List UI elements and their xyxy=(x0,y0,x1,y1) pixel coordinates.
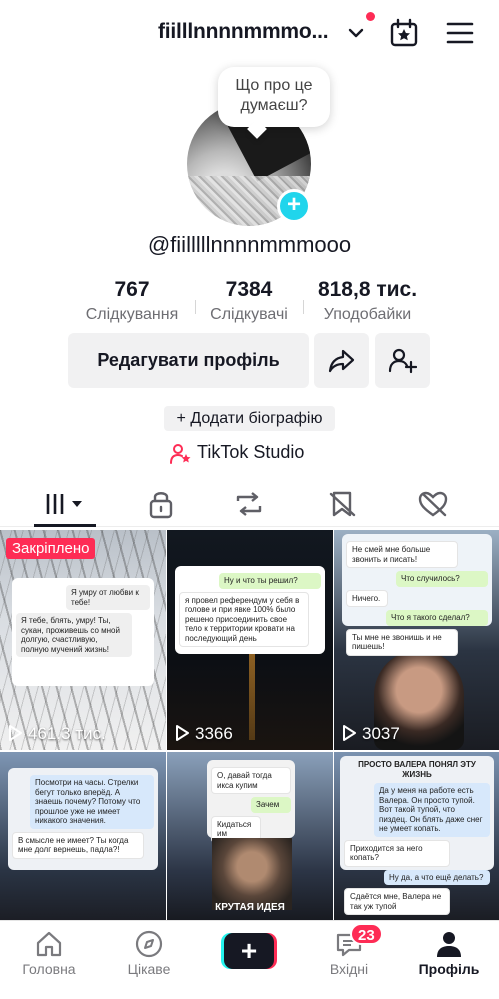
studio-label: TikTok Studio xyxy=(197,442,305,462)
play-outline-icon xyxy=(343,725,356,741)
chat-screenshot: О, давай тогда икса купим Зачем Кидаться… xyxy=(207,760,295,843)
tab-videos[interactable] xyxy=(44,489,90,519)
profile-icon xyxy=(437,932,461,957)
calendar-star-icon[interactable] xyxy=(389,18,419,48)
share-profile-button[interactable] xyxy=(314,333,369,388)
nav-home[interactable]: Головна xyxy=(4,929,94,977)
inbox-badge: 23 xyxy=(350,923,383,945)
view-count-value: 3037 xyxy=(362,724,400,743)
add-bio-button[interactable]: + Додати біографію xyxy=(164,406,335,431)
create-plus-icon: + xyxy=(224,933,274,969)
stat-followers-label: Слідкувачі xyxy=(210,306,288,323)
chat-message: Ничего. xyxy=(346,589,388,607)
stat-likes-label: Уподобайки xyxy=(323,306,412,323)
stat-following-label: Слідкування xyxy=(85,306,179,323)
chat-message: В смысле не имеет? Ты когда мне долг вер… xyxy=(12,831,144,859)
stat-following[interactable]: 767 Слідкування xyxy=(82,278,182,324)
stat-divider xyxy=(195,300,196,314)
status-bubble-line2: думаєш? xyxy=(240,97,308,114)
meme-caption: КРУТАЯ ИДЕЯ xyxy=(215,902,285,913)
nav-profile[interactable]: Профіль xyxy=(404,929,494,977)
night-light-streak xyxy=(249,650,255,740)
chat-screenshot: Я умру от любви к тебе! Я тебе, блять, у… xyxy=(12,578,154,686)
video-thumbnail[interactable]: Не смей мне больше звонить и писать! Что… xyxy=(334,530,499,750)
chat-message: Что я такого сделал? xyxy=(386,610,488,626)
nav-profile-label: Профіль xyxy=(418,961,480,977)
share-arrow-icon xyxy=(328,349,355,373)
repost-icon xyxy=(236,492,262,516)
compass-icon xyxy=(135,930,163,958)
lock-icon xyxy=(149,492,173,519)
stat-divider xyxy=(303,300,304,314)
chevron-down-icon[interactable] xyxy=(347,24,365,42)
view-count: 3037 xyxy=(342,724,400,744)
chat-message: Ты мне не звонишь и не пишешь! xyxy=(346,628,458,656)
tab-reposts[interactable] xyxy=(231,489,267,519)
chat-message: Ну да, а что ещё делать? xyxy=(384,869,490,885)
view-count: 461,3 тис. xyxy=(8,724,106,744)
add-avatar-plus-icon[interactable]: + xyxy=(277,189,311,223)
add-friends-button[interactable] xyxy=(375,333,430,388)
meme-title: ПРОСТО ВАЛЕРА ПОНЯЛ ЭТУ ЖИЗНЬ xyxy=(358,760,476,779)
meme-photo xyxy=(212,838,292,910)
tab-favorites[interactable] xyxy=(325,489,361,519)
top-bar: fiilllnnnnmmmo... xyxy=(0,0,499,66)
edit-profile-button[interactable]: Редагувати профіль xyxy=(68,333,309,388)
chat-message: О, давай тогда икса купим xyxy=(211,767,291,794)
profile-tabs xyxy=(0,485,499,527)
nav-discover-label: Цікаве xyxy=(127,961,171,977)
nav-inbox-label: Вхідні xyxy=(329,961,369,977)
stat-followers[interactable]: 7384 Слідкувачі xyxy=(203,278,295,324)
video-thumbnail[interactable]: Закріплено Я умру от любви к тебе! Я теб… xyxy=(0,530,166,750)
tab-liked[interactable] xyxy=(415,489,451,519)
chat-message: Я тебе, блять, умру! Ты, сукан, проживеш… xyxy=(16,613,132,657)
hamburger-menu-icon[interactable] xyxy=(446,21,474,45)
pinned-badge: Закріплено xyxy=(6,538,96,559)
active-tab-indicator xyxy=(34,524,96,527)
stat-likes-value: 818,8 тис. xyxy=(317,278,418,301)
profile-handle: @fiilllllnnnnmmmooo xyxy=(147,232,352,257)
tab-private[interactable] xyxy=(143,489,179,519)
add-user-icon xyxy=(388,348,417,374)
favorites-icon xyxy=(329,491,356,517)
view-count-value: 3366 xyxy=(195,724,233,743)
view-count: 3366 xyxy=(175,724,233,744)
chat-message: Что случилось? xyxy=(396,571,488,587)
chat-screenshot: Посмотри на часы. Стрелки бегут только в… xyxy=(8,768,158,870)
play-outline-icon xyxy=(9,725,22,741)
stat-following-value: 767 xyxy=(114,278,150,301)
liked-icon xyxy=(418,491,448,517)
video-thumbnail[interactable]: ПРОСТО ВАЛЕРА ПОНЯЛ ЭТУ ЖИЗНЬ Да у меня … xyxy=(334,752,499,922)
chat-screenshot: ПРОСТО ВАЛЕРА ПОНЯЛ ЭТУ ЖИЗНЬ Да у меня … xyxy=(340,756,494,915)
status-bubble-line1: Що про це xyxy=(235,77,313,94)
home-icon xyxy=(36,931,62,957)
chat-message: Зачем xyxy=(251,797,291,813)
chat-message: Посмотри на часы. Стрелки бегут только в… xyxy=(30,775,154,829)
notification-dot xyxy=(366,12,375,21)
status-bubble[interactable]: Що про це думаєш? xyxy=(218,67,330,127)
account-switcher-username[interactable]: fiilllnnnnmmmo... xyxy=(158,20,329,44)
chat-message: Приходится за него копать? xyxy=(344,839,450,867)
chat-screenshot: Не смей мне больше звонить и писать! Что… xyxy=(342,534,492,656)
chat-message: Я умру от любви к тебе! xyxy=(66,585,150,610)
play-outline-icon xyxy=(176,725,189,741)
create-button[interactable]: + xyxy=(221,933,277,969)
chat-message: Не смей мне больше звонить и писать! xyxy=(346,541,458,568)
studio-person-star-icon xyxy=(170,444,191,464)
chat-screenshot: Ну и что ты решил? я провел референдум у… xyxy=(175,566,325,654)
chat-message: Ну и что ты решил? xyxy=(219,573,321,589)
video-thumbnail[interactable]: Ну и что ты решил? я провел референдум у… xyxy=(167,530,333,750)
nav-discover[interactable]: Цікаве xyxy=(104,929,194,977)
video-thumbnail[interactable]: О, давай тогда икса купим Зачем Кидаться… xyxy=(167,752,333,922)
stat-likes[interactable]: 818,8 тис. Уподобайки xyxy=(310,278,425,324)
chat-message: я провел референдум у себя в голове и пр… xyxy=(179,591,309,647)
bottom-navigation: Головна Цікаве + Вхідні Профіль xyxy=(0,920,499,999)
chat-message: Да у меня на работе есть Валера. Он прос… xyxy=(374,783,490,837)
videos-grid-icon xyxy=(46,494,82,514)
chat-message: Сдаётся мне, Валера не так уж тупой xyxy=(344,888,450,915)
video-thumbnail[interactable]: Посмотри на часы. Стрелки бегут только в… xyxy=(0,752,166,922)
nav-home-label: Головна xyxy=(22,961,76,977)
stat-followers-value: 7384 xyxy=(225,278,273,301)
view-count-value: 461,3 тис. xyxy=(28,724,106,743)
